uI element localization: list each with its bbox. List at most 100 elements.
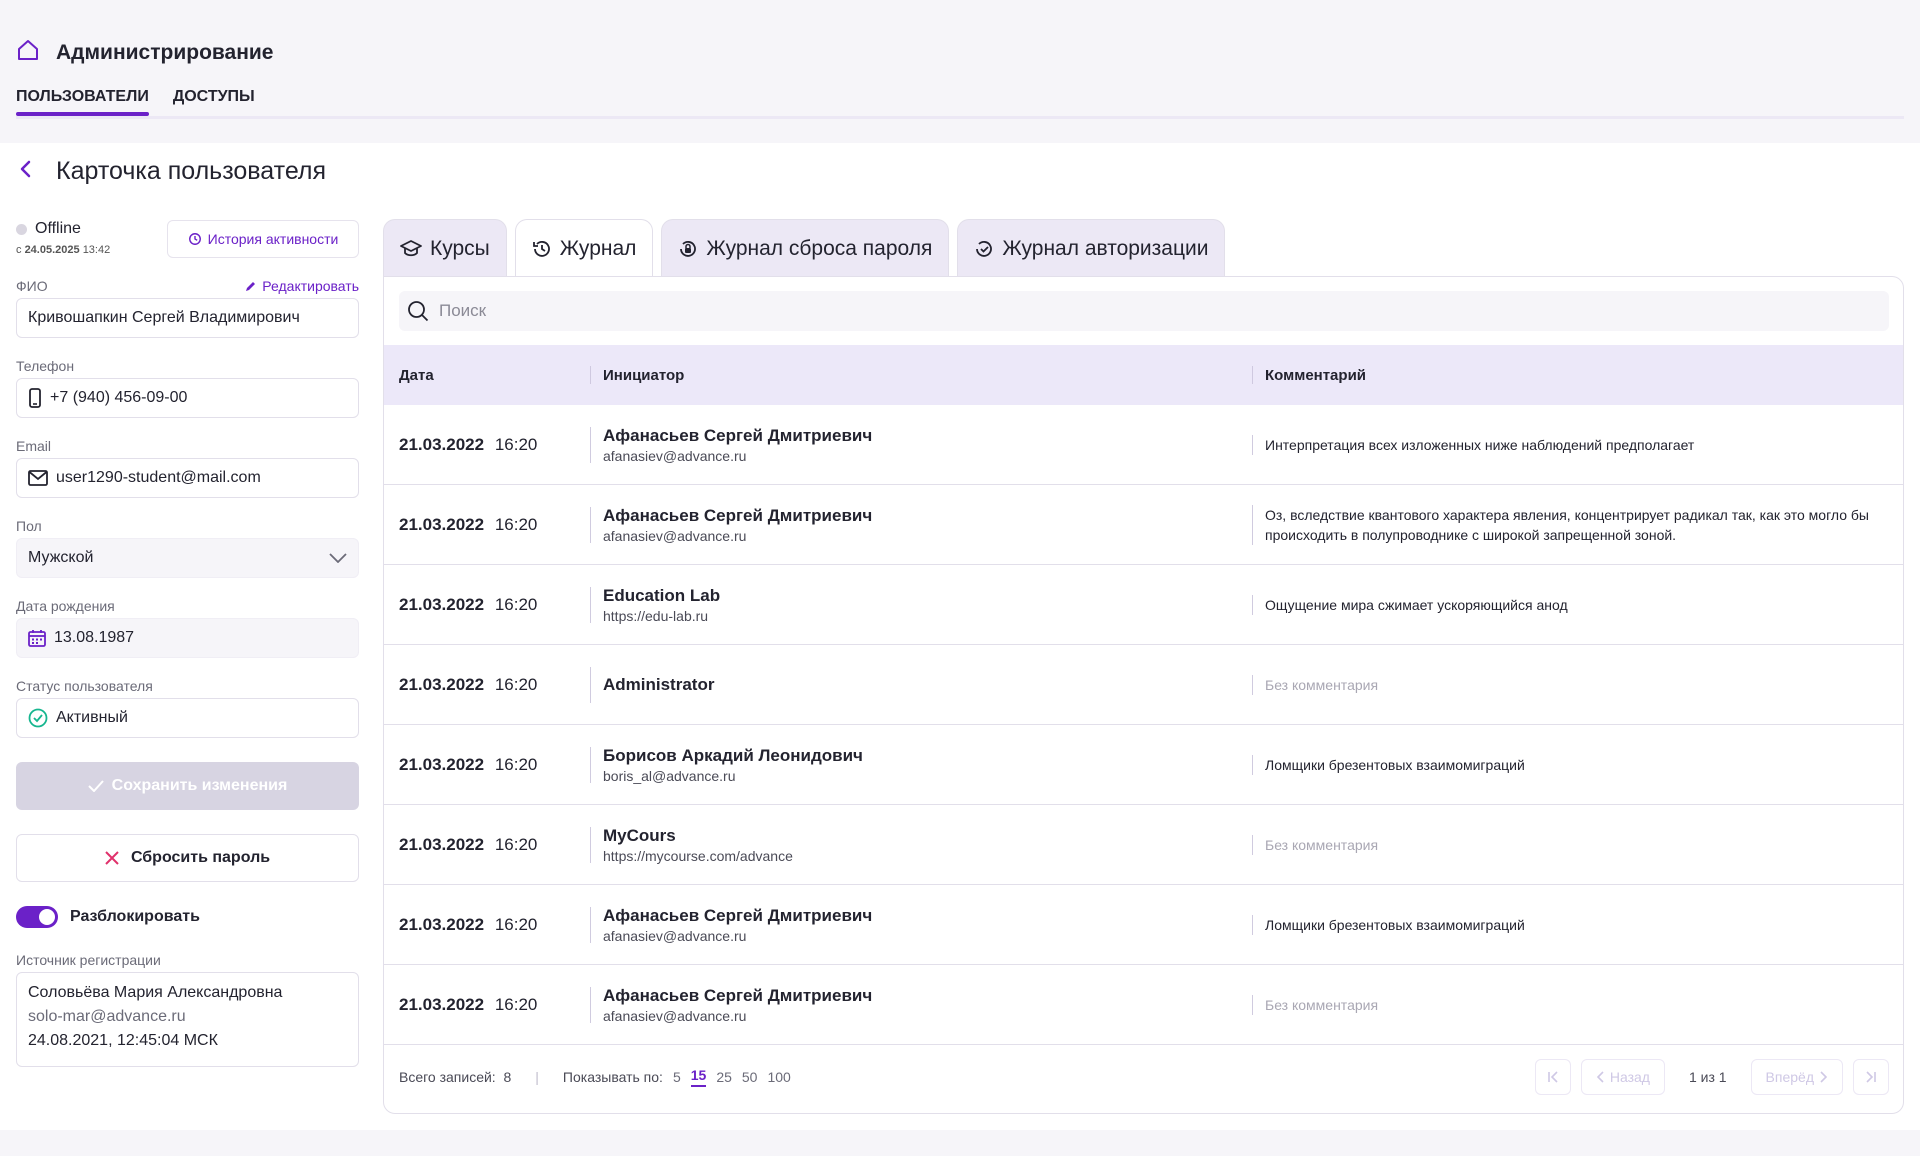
tab-password-reset-log[interactable]: Журнал сброса пароля [661,219,950,277]
initiator-name: Administrator [603,674,715,694]
page-title: Карточка пользователя [56,157,327,185]
phone-icon [29,388,41,408]
comment-text: Ощущение мира сжимает ускоряющийся анод [1265,596,1568,613]
row-date: 21.03.2022 [399,834,485,854]
column-date[interactable]: Дата [384,367,590,384]
search-placeholder: Поиск [439,301,487,320]
initiator-email: boris_al@advance.ru [603,767,736,784]
status-dot-icon [16,223,27,235]
initiator-name: Афанасьев Сергей Дмитриевич [603,985,873,1005]
page-size-15[interactable]: 15 [690,1067,707,1087]
birthdate-input[interactable]: 13.08.1987 [16,618,359,658]
table-row[interactable]: 21.03.2022 16:20 Борисов Аркадий Леонидо… [384,725,1903,805]
initiator-cell: MyCours https://mycourse.com/advance [590,826,1252,864]
since-prefix: с [16,244,22,256]
comment-text: Ломщики брезентовых взаимомиграций [1265,916,1525,933]
edit-label: Редактировать [262,278,359,294]
table-row[interactable]: 21.03.2022 16:20 Афанасьев Сергей Дмитри… [384,485,1903,565]
page-size-50[interactable]: 50 [742,1069,758,1085]
gender-field: Пол Мужской [16,518,359,578]
gender-select[interactable]: Мужской [16,538,359,578]
row-time: 16:20 [494,834,538,854]
status-since: с 24.05.2025 13:42 [16,244,110,256]
table-row[interactable]: 21.03.2022 16:20 Administrator Без комме… [384,645,1903,725]
top-bar: Администрирование ПОЛЬЗОВАТЕЛИ ДОСТУПЫ [0,0,1920,143]
email-input[interactable]: user1290-student@mail.com [16,458,359,498]
login-check-icon [976,240,993,257]
initiator-email: afanasiev@advance.ru [603,447,747,464]
unblock-label: Разблокировать [70,908,200,925]
initiator-cell: Афанасьев Сергей Дмитриевич afanasiev@adv… [590,426,1252,464]
initiator-name: Борисов Аркадий Леонидович [603,745,863,765]
total-count: 8 [503,1069,512,1085]
chevron-left-icon [1596,1071,1604,1083]
last-page-button[interactable] [1853,1059,1889,1095]
first-page-button[interactable] [1534,1059,1571,1095]
chevron-right-icon [1820,1071,1828,1083]
page-size-5[interactable]: 5 [673,1069,681,1085]
column-comment[interactable]: Комментарий [1252,366,1903,384]
save-changes-button[interactable]: Сохранить изменения [16,762,359,810]
tab-courses[interactable]: Курсы [383,219,507,277]
unblock-toggle[interactable] [16,906,58,928]
table-row[interactable]: 21.03.2022 16:20 Education Lab https://ed… [384,565,1903,645]
table-row[interactable]: 21.03.2022 16:20 Афанасьев Сергей Дмитри… [384,885,1903,965]
tab-journal[interactable]: Журнал [514,219,654,277]
initiator-email: afanasiev@advance.ru [603,1007,747,1024]
user-status-select[interactable]: Активный [16,698,359,738]
phone-input[interactable]: +7 (940) 456-09-00 [16,378,359,418]
pencil-icon [246,282,256,291]
mail-icon [28,470,48,486]
status-text: Offline [35,220,81,237]
table-row[interactable]: 21.03.2022 16:20 Афанасьев Сергей Дмитри… [384,405,1903,485]
search-input[interactable]: Поиск [399,291,1889,331]
since-date: 24.05.2025 [24,244,80,256]
initiator-email: afanasiev@advance.ru [603,527,747,544]
back-arrow-icon[interactable] [16,159,36,184]
check-circle-icon [28,708,48,728]
page-size-100[interactable]: 100 [767,1069,790,1085]
date-cell: 21.03.2022 16:20 [384,675,590,695]
column-initiator[interactable]: Инициатор [590,366,1252,384]
email-label: Email [16,438,52,454]
row-time: 16:20 [494,594,538,614]
tab-auth-log[interactable]: Журнал авторизации [957,219,1226,277]
status-row: Offline с 24.05.2025 13:42 История актив… [16,220,359,258]
initiator-email: https://edu-lab.ru [603,607,709,624]
phone-label: Телефон [16,358,75,374]
source-name: Соловьёва Мария Александровна [28,984,283,1001]
admin-header: Администрирование [16,38,273,67]
last-page-icon [1866,1071,1876,1083]
history-icon [188,233,201,245]
initiator-name: Афанасьев Сергей Дмитриевич [603,905,873,925]
table-row[interactable]: 21.03.2022 16:20 MyCours https://mycourse… [384,805,1903,885]
date-cell: 21.03.2022 16:20 [384,835,590,855]
content-tabs: Курсы Журнал Журнал сброса пароля Журнал… [383,219,1904,277]
pagination: Назад 1 из 1 Вперёд [1534,1059,1889,1095]
email-field: Email user1290-student@mail.com [16,438,359,498]
reset-password-button[interactable]: Сбросить пароль [16,834,359,882]
page-info: 1 из 1 [1688,1069,1727,1085]
page-size-25[interactable]: 25 [716,1069,732,1085]
footer-divider: | [535,1069,539,1085]
tab-access[interactable]: ДОСТУПЫ [173,88,255,114]
journal-panel: Курсы Журнал Журнал сброса пароля Журнал… [383,219,1904,1114]
user-status-label: Статус пользователя [16,678,153,694]
prev-label: Назад [1609,1069,1650,1085]
tabs-divider [16,116,1904,119]
activity-history-button[interactable]: История активности [167,220,359,258]
prev-page-button[interactable]: Назад [1580,1059,1665,1095]
home-icon[interactable] [16,38,40,67]
fio-input[interactable]: Кривошапкин Сергей Владимирович [16,298,359,338]
save-button-label: Сохранить изменения [111,777,288,794]
tab-users[interactable]: ПОЛЬЗОВАТЕЛИ [16,88,149,116]
next-page-button[interactable]: Вперёд [1750,1059,1843,1095]
birth-label: Дата рождения [16,598,115,614]
page-size-label: Показывать по: [562,1069,663,1085]
comment-cell: Ломщики брезентовых взаимомиграций [1252,754,1903,775]
table-row[interactable]: 21.03.2022 16:20 Афанасьев Сергей Дмитри… [384,965,1903,1045]
initiator-cell: Борисов Аркадий Леонидович boris_al@advan… [590,745,1252,784]
graduation-cap-icon [400,239,422,256]
edit-button[interactable]: Редактировать [245,278,359,294]
row-date: 21.03.2022 [399,994,485,1014]
